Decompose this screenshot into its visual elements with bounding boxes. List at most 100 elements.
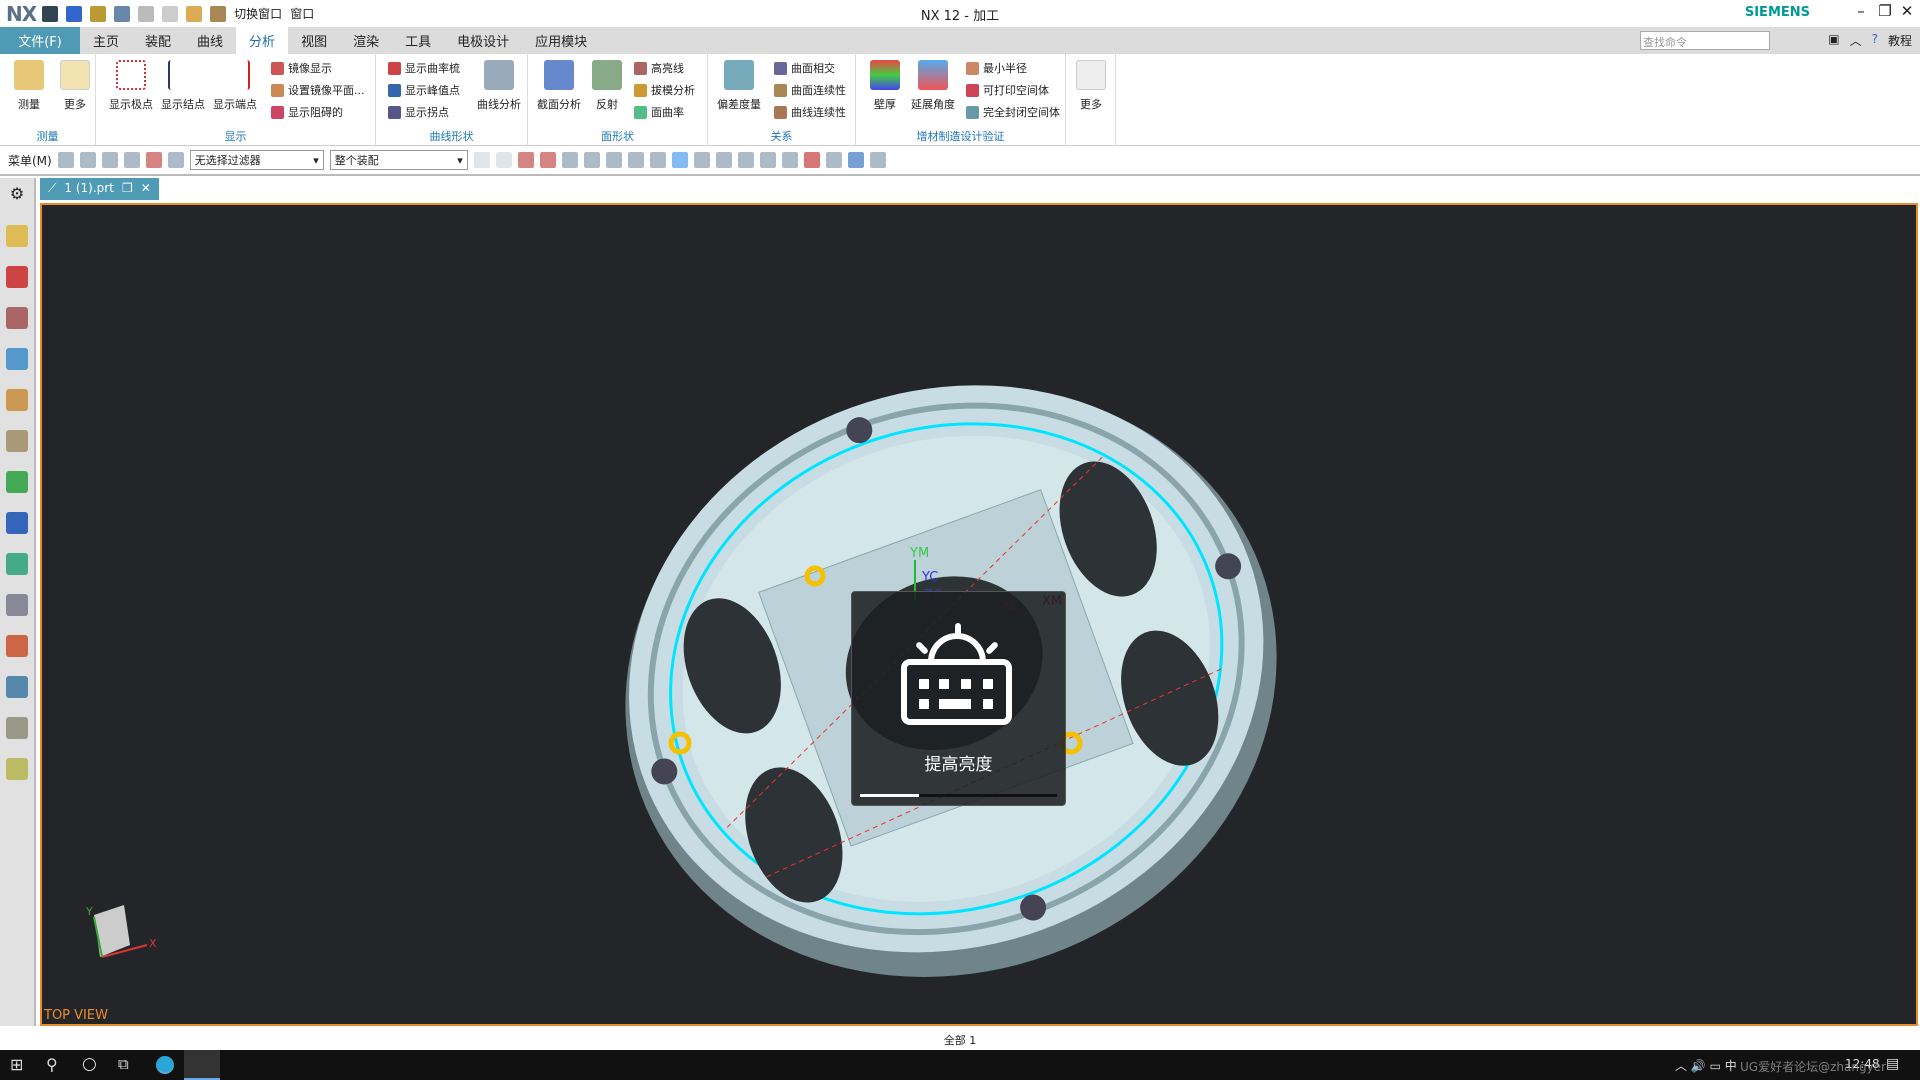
- edge-icon[interactable]: [156, 1056, 174, 1074]
- rotate-icon[interactable]: [737, 152, 754, 168]
- type-filter-select[interactable]: 无选择过滤器 ▾: [189, 150, 324, 170]
- menu-button[interactable]: 菜单(M): [8, 152, 52, 169]
- machine-tool-icon[interactable]: [6, 430, 28, 452]
- curve-continuity-button[interactable]: 曲线连续性: [774, 104, 846, 120]
- snap-point-icon[interactable]: [473, 152, 490, 168]
- tool-icon[interactable]: [6, 676, 28, 698]
- tab-electrode[interactable]: 电极设计: [444, 27, 522, 54]
- command-search-input[interactable]: 查找命令: [1640, 31, 1770, 50]
- show-curvature-comb-button[interactable]: 显示曲率梳: [388, 60, 460, 76]
- snap-point-icon[interactable]: [495, 152, 512, 168]
- snap-icon[interactable]: [167, 152, 184, 168]
- save-icon[interactable]: [42, 5, 59, 22]
- set-mirror-plane-button[interactable]: 设置镜像平面...: [271, 82, 365, 98]
- file-tab[interactable]: ⟋ 1 (1).prt ❐ ✕: [40, 178, 159, 200]
- minimize-button[interactable]: –: [1850, 2, 1872, 20]
- history-icon[interactable]: [6, 594, 28, 616]
- snap-point-icon[interactable]: [583, 152, 600, 168]
- start-icon[interactable]: ⊞: [10, 1055, 23, 1074]
- view-icon[interactable]: [649, 152, 666, 168]
- select-icon[interactable]: [79, 152, 96, 168]
- render-style-icon[interactable]: [825, 152, 842, 168]
- box-select-icon[interactable]: [627, 152, 644, 168]
- window-menu-button[interactable]: 窗口: [290, 5, 314, 22]
- reuse-library-icon[interactable]: [6, 389, 28, 411]
- section-analysis-button[interactable]: 截面分析: [534, 58, 584, 112]
- snap-icon[interactable]: [145, 152, 162, 168]
- help-icon[interactable]: ?: [1872, 32, 1878, 49]
- select-icon[interactable]: [57, 152, 74, 168]
- views-icon[interactable]: [803, 152, 820, 168]
- face-curvature-button[interactable]: 面曲率: [634, 104, 684, 120]
- tab-assembly[interactable]: 装配: [132, 27, 184, 54]
- collapse-ribbon-icon[interactable]: ︿: [1850, 32, 1862, 49]
- operation-navigator-icon[interactable]: [6, 348, 28, 370]
- robot-icon[interactable]: [6, 717, 28, 739]
- fit-icon[interactable]: [693, 152, 710, 168]
- zoom-icon[interactable]: [715, 152, 732, 168]
- tray-icons[interactable]: ︿ 🔊 ▭ 中: [1675, 1057, 1737, 1074]
- notification-icon[interactable]: ▤: [1886, 1056, 1899, 1072]
- undo-icon[interactable]: [66, 5, 83, 22]
- more-button[interactable]: 更多: [1066, 58, 1116, 112]
- info-icon[interactable]: [6, 512, 28, 534]
- reflection-button[interactable]: 反射: [582, 58, 632, 112]
- show-inflections-button[interactable]: 显示拐点: [388, 104, 449, 120]
- face-intersection-button[interactable]: 曲面相交: [774, 60, 835, 76]
- selection-scope-select[interactable]: 整个装配 ▾: [329, 150, 468, 170]
- printable-volume-button[interactable]: 可打印空间体: [966, 82, 1049, 98]
- select-icon[interactable]: [101, 152, 118, 168]
- close-tab-icon[interactable]: ✕: [141, 181, 151, 197]
- part-navigator-icon[interactable]: [6, 307, 28, 329]
- repeat-icon[interactable]: [162, 5, 179, 22]
- show-poles-button[interactable]: 显示极点: [106, 58, 156, 112]
- draft-analysis-button[interactable]: 拔模分析: [634, 82, 695, 98]
- close-button[interactable]: ✕: [1896, 2, 1918, 20]
- touch-icon[interactable]: [210, 5, 227, 22]
- pan-icon[interactable]: [759, 152, 776, 168]
- show-peak-points-button[interactable]: 显示峰值点: [388, 82, 460, 98]
- assembly-navigator-icon[interactable]: [6, 225, 28, 247]
- roles-icon[interactable]: [6, 471, 28, 493]
- enclosed-volume-button[interactable]: 完全封闭空间体: [966, 104, 1060, 120]
- tab-view[interactable]: 视图: [288, 27, 340, 54]
- settings-icon[interactable]: ⚙: [6, 184, 28, 206]
- restore-button[interactable]: ❐: [1874, 2, 1896, 20]
- paste-icon[interactable]: [138, 5, 155, 22]
- cube-icon[interactable]: [671, 152, 688, 168]
- measure-button[interactable]: 测量: [4, 58, 54, 112]
- layer-icon[interactable]: [781, 152, 798, 168]
- measure-icon[interactable]: [186, 5, 203, 22]
- tab-home[interactable]: 主页: [80, 27, 132, 54]
- copy-icon[interactable]: [114, 5, 131, 22]
- orient-icon[interactable]: [847, 152, 864, 168]
- switch-window-button[interactable]: 切换窗口: [234, 5, 282, 22]
- nx-taskbar-icon[interactable]: [184, 1050, 220, 1080]
- snap-point-icon[interactable]: [605, 152, 622, 168]
- constraint-navigator-icon[interactable]: [6, 266, 28, 288]
- wall-thickness-button[interactable]: 壁厚: [860, 58, 910, 112]
- cut-icon[interactable]: [90, 5, 107, 22]
- tab-applications[interactable]: 应用模块: [522, 27, 600, 54]
- show-knots-button[interactable]: 显示结点: [158, 58, 208, 112]
- cortana-icon[interactable]: ○: [82, 1054, 97, 1074]
- tab-curve[interactable]: 曲线: [184, 27, 236, 54]
- face-continuity-button[interactable]: 曲面连续性: [774, 82, 846, 98]
- task-view-icon[interactable]: ⧉: [118, 1055, 129, 1073]
- search-icon[interactable]: ⚲: [46, 1055, 58, 1074]
- tab-file[interactable]: 文件(F): [0, 27, 80, 54]
- more-measure-button[interactable]: 更多: [50, 58, 100, 112]
- deviation-gauge-button[interactable]: 偏差度量: [714, 58, 764, 112]
- show-endpoints-button[interactable]: 显示端点: [210, 58, 260, 112]
- min-radius-button[interactable]: 最小半径: [966, 60, 1027, 76]
- highlight-lines-button[interactable]: 高亮线: [634, 60, 684, 76]
- select-icon[interactable]: [123, 152, 140, 168]
- tab-tools[interactable]: 工具: [392, 27, 444, 54]
- web-browser-icon[interactable]: [6, 553, 28, 575]
- snap-point-icon[interactable]: [539, 152, 556, 168]
- restore-tab-icon[interactable]: ❐: [122, 181, 133, 197]
- section-view-icon[interactable]: [869, 152, 886, 168]
- snap-point-icon[interactable]: [561, 152, 578, 168]
- palette-icon[interactable]: [6, 635, 28, 657]
- curve-analysis-button[interactable]: 曲线分析: [474, 58, 524, 112]
